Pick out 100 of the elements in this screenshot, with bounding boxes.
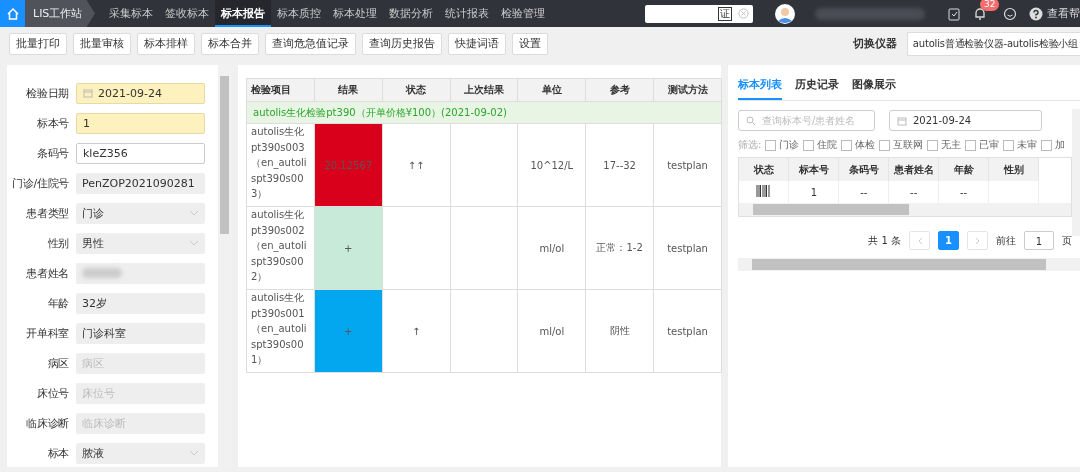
- field-label: 临床诊断: [25, 415, 70, 431]
- next-page-button[interactable]: [967, 231, 988, 250]
- clipboard-icon[interactable]: [947, 6, 961, 21]
- smiley-icon[interactable]: [1003, 6, 1017, 21]
- tab[interactable]: 图像展示: [852, 70, 896, 100]
- checkbox-label: 无主: [941, 138, 962, 152]
- column-header: 性别: [988, 158, 1039, 181]
- checkbox[interactable]: [1003, 139, 1015, 151]
- input-field[interactable]: 32岁: [76, 292, 205, 314]
- checkbox[interactable]: [927, 139, 939, 151]
- toolbar-button[interactable]: 批量打印: [9, 32, 67, 55]
- nav-tab[interactable]: 签收标本: [159, 0, 215, 27]
- previous-page-button[interactable]: [909, 231, 930, 250]
- field-label: 患者姓名: [25, 265, 70, 281]
- calendar-icon: [897, 115, 907, 126]
- toolbar-button[interactable]: 标本排样: [137, 32, 195, 55]
- checkbox[interactable]: [841, 139, 853, 151]
- nav-tab[interactable]: 标本报告: [215, 0, 271, 27]
- instrument-select[interactable]: autolis普通检验仪器-autolis检验小组: [906, 31, 1080, 56]
- input-field[interactable]: [76, 262, 205, 284]
- column-header: 单位: [517, 78, 586, 102]
- scrollbar[interactable]: [738, 258, 1080, 271]
- checkbox-label: 体检: [855, 138, 876, 152]
- checkbox-label: 已审: [979, 138, 1000, 152]
- home-button[interactable]: [0, 0, 25, 27]
- column-header: 检验项目: [246, 78, 315, 102]
- checkbox[interactable]: [765, 139, 777, 151]
- column-header: 状态: [382, 78, 451, 102]
- calendar-icon: [83, 88, 93, 98]
- field-label: 开单科室: [25, 325, 70, 341]
- total-count: 共 1 条: [868, 233, 901, 248]
- checkbox[interactable]: [803, 139, 815, 151]
- column-header: 年龄: [938, 158, 989, 181]
- tab[interactable]: 历史记录: [795, 70, 839, 100]
- input-field[interactable]: 门诊科室: [76, 322, 205, 344]
- input-field[interactable]: 1: [76, 112, 205, 134]
- checkbox-label: 未审: [1017, 138, 1038, 152]
- field-label: 年龄: [46, 295, 70, 311]
- toolbar-button[interactable]: 查询危急值记录: [265, 32, 356, 55]
- notification-badge: 32: [980, 0, 1000, 11]
- nav-tab[interactable]: 标本质控: [271, 0, 327, 27]
- table-cell: testplan: [653, 289, 722, 373]
- field-label: 患者类型: [25, 205, 70, 221]
- chevron-down-icon: [189, 240, 199, 246]
- barcode-icon: [755, 185, 772, 197]
- input-field[interactable]: 2021-09-24: [76, 82, 205, 104]
- toolbar-button[interactable]: 设置: [512, 32, 548, 55]
- input-field[interactable]: kleZ356: [76, 142, 205, 164]
- scrollbar[interactable]: [1072, 109, 1080, 236]
- app-title[interactable]: LIS工作站: [25, 0, 95, 27]
- toolbar-button[interactable]: 查询历史报告: [362, 32, 442, 55]
- filter-label: 筛选:: [738, 138, 762, 152]
- chevron-right-icon: [974, 236, 981, 245]
- help-link[interactable]: 查看帮: [1047, 6, 1080, 21]
- table-cell: autolis生化pt390s002（en_autolispt390s002）: [246, 206, 315, 290]
- input-field[interactable]: PenZOP2021090281: [76, 172, 205, 194]
- date-field[interactable]: 2021-09-24: [889, 110, 1042, 131]
- search-field[interactable]: 证: [645, 4, 753, 23]
- nav-tab[interactable]: 标本处理: [327, 0, 383, 27]
- table-cell: testplan: [653, 206, 722, 290]
- page-input[interactable]: 1: [1024, 231, 1054, 250]
- nav-tab[interactable]: 数据分析: [383, 0, 439, 27]
- column-header: 状态: [739, 158, 789, 181]
- status-arrow: ↑: [411, 325, 421, 337]
- checkbox[interactable]: [1041, 139, 1053, 151]
- scrollbar[interactable]: [739, 203, 1071, 216]
- checkbox[interactable]: [879, 139, 891, 151]
- table-cell: autolis生化pt390s003（en_autolispt390s003）: [246, 123, 315, 207]
- help-icon[interactable]: [1029, 6, 1043, 21]
- bell-icon[interactable]: [973, 6, 987, 21]
- toolbar-button[interactable]: 快捷词语: [448, 32, 506, 55]
- id-card-button[interactable]: 证: [718, 6, 732, 21]
- checkbox-label: 门诊: [779, 138, 800, 152]
- toolbar-button[interactable]: 标本合并: [201, 32, 259, 55]
- table-cell: 正常：1-2: [585, 206, 654, 290]
- toolbar-button[interactable]: 批量审核: [73, 32, 131, 55]
- column-header: 条码号: [838, 158, 889, 181]
- column-header: 测试方法: [653, 78, 722, 102]
- group-row: autolis生化检验pt390（开单价格¥100）(2021-09-02): [246, 101, 722, 124]
- input-field[interactable]: 脓液: [76, 442, 205, 464]
- input-field[interactable]: 门诊: [76, 202, 205, 224]
- field-label: 标本号: [35, 115, 70, 131]
- field-label: 条码号: [35, 145, 70, 161]
- nav-tab[interactable]: 统计报表: [439, 0, 495, 27]
- checkbox[interactable]: [965, 139, 977, 151]
- column-header: 参考: [585, 78, 654, 102]
- home-icon: [5, 6, 20, 21]
- clear-icon[interactable]: [738, 8, 749, 19]
- field-label: 门诊/住院号: [11, 175, 70, 191]
- goto-label: 前往: [996, 233, 1016, 248]
- chevron-left-icon: [916, 236, 923, 245]
- status-arrow: ↑↑: [407, 159, 425, 171]
- field-label: 病区: [46, 355, 70, 371]
- input-field[interactable]: 男性: [76, 232, 205, 254]
- avatar-icon[interactable]: [775, 3, 795, 24]
- table-cell: ml/ol: [517, 206, 586, 290]
- nav-tab[interactable]: 采集标本: [103, 0, 159, 27]
- field-label: 检验日期: [25, 85, 70, 101]
- field-label: 床位号: [35, 385, 70, 401]
- nav-tab[interactable]: 检验管理: [495, 0, 551, 27]
